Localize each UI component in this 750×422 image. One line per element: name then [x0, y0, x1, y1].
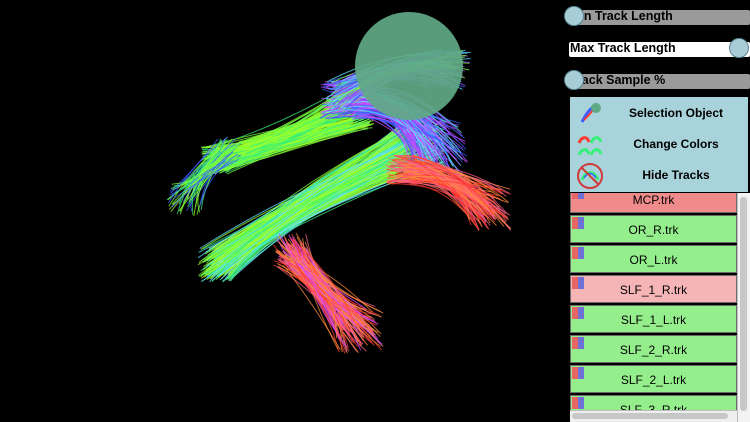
- change-colors-icon: [577, 136, 603, 156]
- hide-tracks-label: Hide Tracks: [642, 168, 710, 182]
- track-file-row[interactable]: OR_R.trk: [570, 215, 737, 243]
- selection-sphere[interactable]: [355, 12, 463, 120]
- change-colors-button[interactable]: Change Colors: [570, 129, 748, 160]
- min-track-length-slider[interactable]: Min Track Length: [564, 6, 750, 26]
- slider-knob[interactable]: [564, 6, 584, 26]
- track-sample-slider[interactable]: Track Sample %: [564, 70, 750, 90]
- slider-knob[interactable]: [564, 70, 584, 90]
- track-file-row[interactable]: SLF_2_L.trk: [570, 365, 737, 393]
- track-file-name: OR_R.trk: [628, 223, 679, 237]
- track-file-name: MCP.trk: [632, 193, 675, 207]
- max-track-length-label: Max Track Length: [570, 41, 676, 55]
- track-file-row[interactable]: SLF_2_R.trk: [570, 335, 737, 363]
- slider-knob[interactable]: [729, 38, 749, 58]
- tractography-viewport[interactable]: [0, 0, 560, 422]
- hide-tracks-button[interactable]: Hide Tracks: [570, 160, 748, 191]
- track-file-name: OR_L.trk: [629, 253, 678, 267]
- hide-tracks-icon: [577, 163, 603, 189]
- track-file-name: SLF_2_R.trk: [619, 343, 688, 357]
- track-file-row[interactable]: MCP.trk: [570, 193, 737, 213]
- selection-object-button[interactable]: Selection Object: [570, 98, 748, 129]
- track-file-row[interactable]: SLF_1_L.trk: [570, 305, 737, 333]
- selection-object-label: Selection Object: [628, 106, 724, 120]
- tools-menu: Selection Object Change Colors Hide Trac…: [570, 97, 748, 192]
- change-colors-label: Change Colors: [633, 137, 719, 151]
- min-track-length-label: Min Track Length: [570, 9, 673, 23]
- selection-object-icon: [580, 102, 601, 123]
- track-file-name: SLF_2_L.trk: [620, 373, 687, 387]
- track-file-name: SLF_1_R.trk: [619, 283, 688, 297]
- track-file-row[interactable]: OR_L.trk: [570, 245, 737, 273]
- track-file-list[interactable]: MCP.trk OR_R.trk OR_L.trk SLF_1_R.trk SLF_1_…: [570, 193, 737, 422]
- track-sample-label: Track Sample %: [570, 73, 666, 87]
- file-list-scroll-thumb[interactable]: [740, 197, 747, 411]
- track-file-row[interactable]: SLF_1_R.trk: [570, 275, 737, 303]
- max-track-length-slider[interactable]: Max Track Length: [569, 38, 750, 58]
- track-file-name: SLF_1_L.trk: [620, 313, 687, 327]
- file-list-horizontal-scroll-thumb[interactable]: [572, 413, 728, 419]
- fiber-tracts: [166, 48, 512, 354]
